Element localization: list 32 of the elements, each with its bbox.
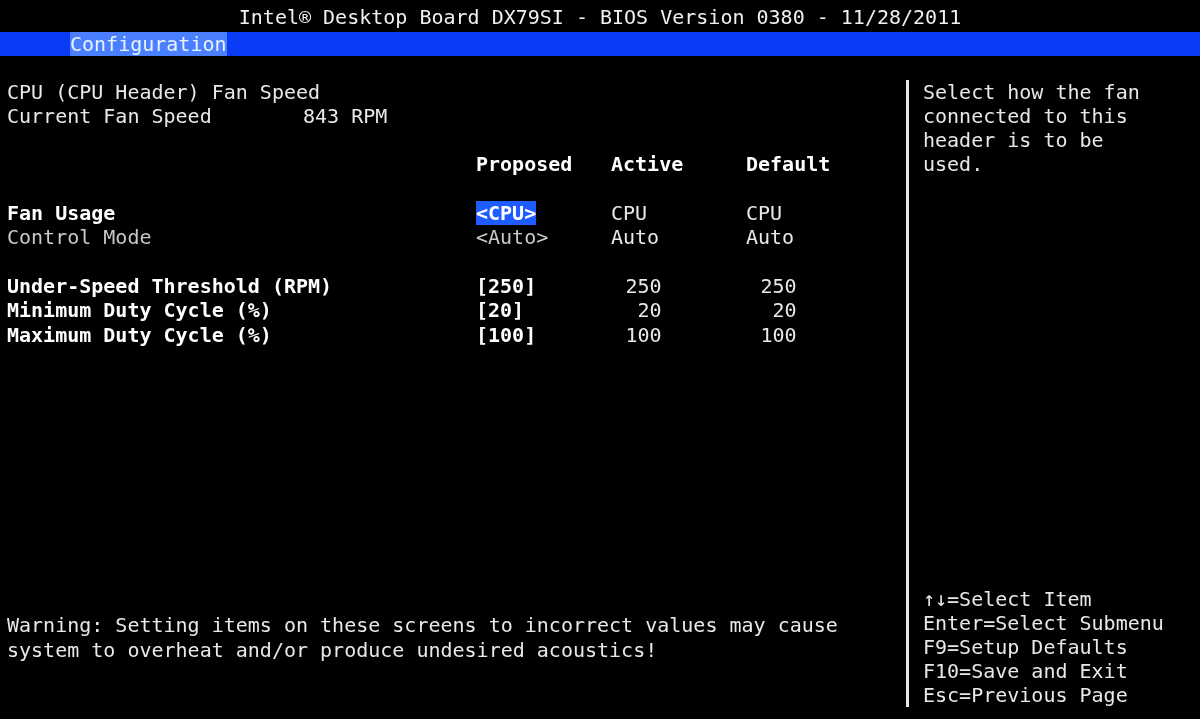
key-hint: Esc=Previous Page xyxy=(923,683,1129,707)
setting-label[interactable]: Minimum Duty Cycle (%) xyxy=(7,298,272,322)
active-value: 250 xyxy=(624,273,662,298)
active-value: 100 xyxy=(624,322,662,347)
column-header: Proposed xyxy=(476,152,574,177)
setting-label[interactable]: Fan Usage xyxy=(7,200,116,225)
column-header: Default xyxy=(746,152,832,177)
window-title: Intel® Desktop Board DX79SI - BIOS Version 0380 - 11/28/2011 xyxy=(237,4,963,31)
column-header: Active xyxy=(611,152,685,177)
default-value: CPU xyxy=(746,200,783,225)
setting-value[interactable]: [20] xyxy=(476,298,525,322)
fan-speed-value: 843 RPM xyxy=(303,104,388,128)
key-hint: F9=Setup Defaults xyxy=(923,635,1129,659)
default-value: 100 xyxy=(759,322,797,347)
default-value: Auto xyxy=(746,225,795,249)
setting-value[interactable]: <CPU> xyxy=(476,200,537,225)
help-text: Select how the fan connected to this header is to be used. xyxy=(923,80,1141,176)
setting-value[interactable]: [100] xyxy=(476,322,537,347)
page-title: CPU (CPU Header) Fan Speed xyxy=(7,80,322,104)
default-value: 250 xyxy=(759,273,797,298)
setting-label[interactable]: Maximum Duty Cycle (%) xyxy=(7,322,272,347)
default-value: 20 xyxy=(771,298,797,323)
fan-speed-label: Current Fan Speed xyxy=(7,104,213,128)
setting-value[interactable]: [250] xyxy=(476,273,537,298)
key-hint: Enter=Select Submenu xyxy=(923,611,1165,635)
key-hint: ↑↓=Select Item xyxy=(923,587,1093,611)
active-value: Auto xyxy=(611,225,660,249)
active-value: 20 xyxy=(636,298,662,323)
setting-label[interactable]: Under-Speed Threshold (RPM) xyxy=(7,273,333,298)
warning-text: Warning: Setting items on these screens to incorrect values may cause system to overheat and/or produce undesired acoustics! xyxy=(7,613,839,663)
active-value: CPU xyxy=(611,200,648,225)
key-hint: F10=Save and Exit xyxy=(923,659,1129,683)
